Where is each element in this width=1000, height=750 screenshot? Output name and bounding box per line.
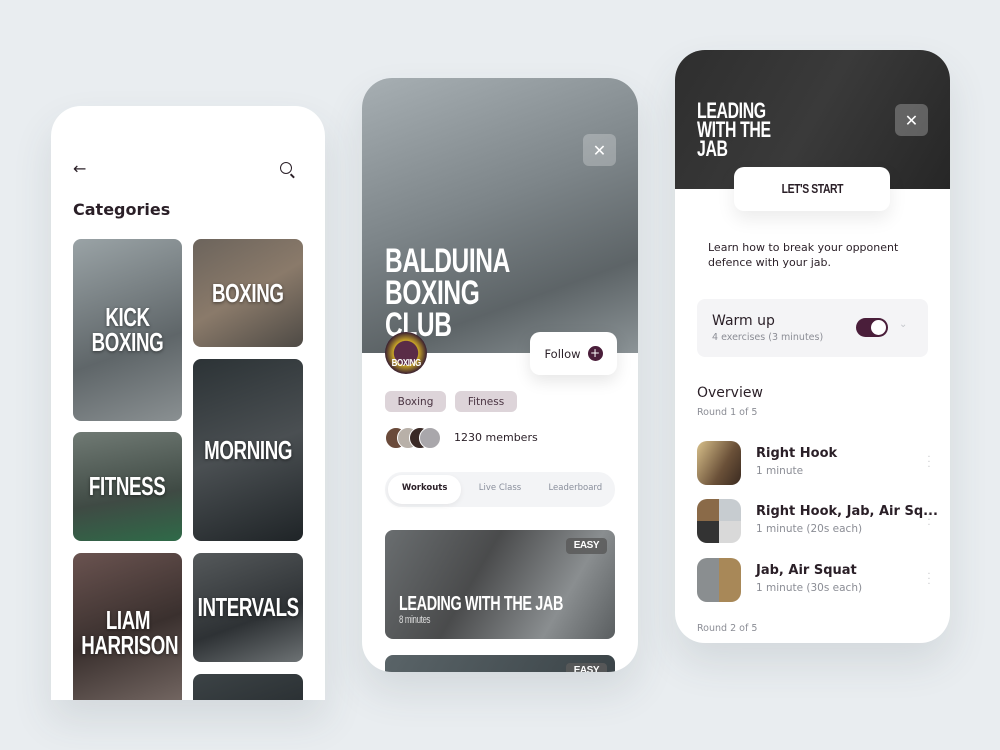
exercise-item[interactable]: Right Hook 1 minute · · · — [697, 441, 932, 485]
category-tile-morning[interactable]: Morning — [193, 359, 303, 541]
categories-screen: ← Categories Kick Boxing Boxing Fitness … — [51, 106, 325, 700]
search-icon[interactable] — [280, 162, 295, 179]
more-options-icon[interactable]: · · · — [926, 570, 932, 590]
workout-title: Leading with the jab — [697, 98, 771, 161]
exercise-thumbnail — [697, 499, 741, 543]
back-arrow-icon[interactable]: ← — [73, 159, 86, 178]
warmup-panel: Warm up 4 exercises (3 minutes) ⌄ — [697, 299, 928, 357]
round-label: Round 1 of 5 — [697, 407, 758, 418]
tab-workouts[interactable]: Workouts — [388, 475, 462, 504]
more-options-icon[interactable]: · · · — [926, 511, 932, 531]
member-count: 1230 members — [454, 431, 538, 444]
exercise-item[interactable]: Jab, Air Squat 1 minute (30s each) · · · — [697, 558, 932, 602]
club-title: Balduina Boxing Club — [385, 242, 510, 344]
level-badge: Easy — [565, 538, 607, 554]
close-icon: ✕ — [904, 110, 919, 130]
page-title: Categories — [73, 200, 171, 219]
member-avatars — [385, 427, 445, 449]
tag-fitness[interactable]: Fitness — [455, 391, 517, 412]
tab-leaderboard[interactable]: Leaderboard — [539, 475, 612, 504]
close-icon: ✕ — [592, 140, 607, 160]
workout-card[interactable]: Easy — [385, 655, 615, 672]
category-tile-boxing[interactable]: Boxing — [193, 239, 303, 347]
club-screen: ✕ Balduina Boxing Club BOXING Follow + B… — [362, 78, 638, 672]
lets-start-button[interactable]: Let's start — [734, 167, 890, 211]
more-options-icon[interactable]: · · · — [926, 453, 932, 473]
warmup-toggle[interactable] — [856, 318, 888, 337]
workout-duration: 8 minutes — [399, 614, 431, 626]
exercise-thumbnail — [697, 441, 741, 485]
chevron-down-icon[interactable]: ⌄ — [899, 319, 907, 330]
category-tile-liam-harrison[interactable]: Liam Harrison — [73, 553, 182, 700]
exercise-item[interactable]: Right Hook, Jab, Air Sq... 1 minute (20s… — [697, 499, 938, 543]
follow-button[interactable]: Follow + — [530, 332, 617, 375]
round-label: Round 2 of 5 — [697, 623, 758, 634]
workout-card[interactable]: Easy Leading with the jab 8 minutes — [385, 530, 615, 639]
category-tile-fitness[interactable]: Fitness — [73, 432, 182, 541]
plus-icon: + — [587, 346, 603, 361]
club-logo: BOXING — [385, 332, 427, 374]
workout-title: Leading with the jab — [399, 593, 564, 615]
category-tile[interactable] — [193, 674, 303, 700]
close-button[interactable]: ✕ — [895, 104, 928, 136]
exercise-thumbnail — [697, 558, 741, 602]
workout-description: Learn how to break your opponent defence… — [708, 241, 899, 269]
tag-boxing[interactable]: Boxing — [385, 391, 446, 412]
avatar — [419, 427, 441, 449]
level-badge: Easy — [565, 663, 607, 672]
tab-live-class[interactable]: Live Class — [463, 475, 536, 504]
category-tile-kick-boxing[interactable]: Kick Boxing — [73, 239, 182, 421]
category-tile-intervals[interactable]: Intervals — [193, 553, 303, 662]
close-button[interactable]: ✕ — [583, 134, 616, 166]
workout-screen: Leading with the jab ✕ Let's start Learn… — [675, 50, 950, 643]
overview-title: Overview — [697, 385, 763, 401]
club-tabs: Workouts Live Class Leaderboard — [385, 472, 615, 507]
